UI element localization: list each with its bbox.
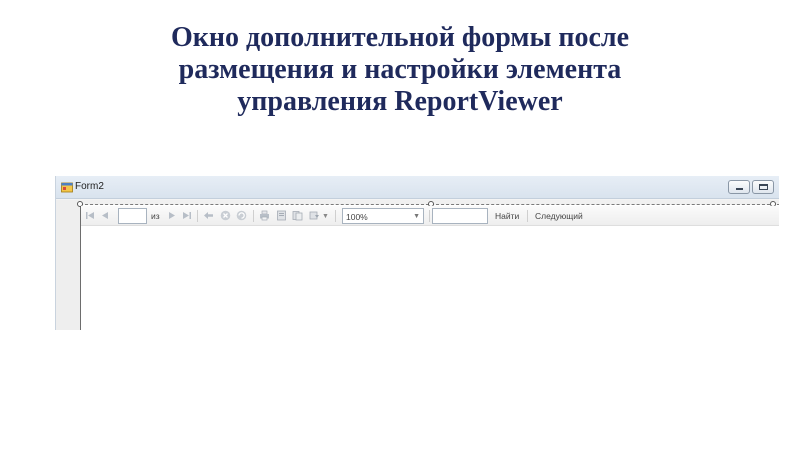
export-icon[interactable] — [309, 210, 320, 221]
slide-title: Окно дополнительной формы после размещен… — [0, 22, 800, 118]
toolbar-separator — [335, 210, 336, 222]
toolbar-separator — [429, 210, 430, 222]
window-titlebar[interactable]: Form2 — [56, 176, 779, 199]
minimize-button[interactable] — [728, 180, 750, 194]
previous-page-icon[interactable] — [100, 210, 111, 221]
window-title: Form2 — [75, 181, 104, 192]
next-page-icon[interactable] — [166, 210, 177, 221]
form-client-area: из ▼ 100% ▼ Найти Следующий — [56, 200, 779, 330]
refresh-icon[interactable] — [236, 210, 247, 221]
slide-title-line-1: Окно дополнительной формы после — [170, 22, 630, 53]
print-icon[interactable] — [259, 210, 270, 221]
find-text-input[interactable] — [432, 208, 488, 224]
zoom-select[interactable]: 100% ▼ — [342, 208, 424, 224]
slide-title-line-2: размещения и настройки элемента — [178, 54, 622, 85]
page-number-input[interactable] — [118, 208, 147, 224]
form-margin — [56, 200, 80, 330]
form-icon — [61, 182, 73, 193]
last-page-icon[interactable] — [181, 210, 192, 221]
report-viewer-toolbar: из ▼ 100% ▼ Найти Следующий — [81, 206, 779, 226]
toolbar-separator — [253, 210, 254, 222]
find-link[interactable]: Найти — [495, 211, 519, 221]
page-setup-icon[interactable] — [292, 210, 303, 221]
find-next-link[interactable]: Следующий — [535, 211, 583, 221]
maximize-button[interactable] — [752, 180, 774, 194]
slide-title-line-3: управления ReportViewer — [237, 86, 563, 117]
maximize-icon — [759, 184, 768, 190]
form-window: Form2 из ▼ 100% ▼ Найти Следующий — [55, 176, 779, 330]
of-label: из — [151, 211, 160, 221]
print-layout-icon[interactable] — [276, 210, 287, 221]
zoom-value: 100% — [346, 212, 368, 222]
chevron-down-icon: ▼ — [413, 213, 420, 220]
stop-icon[interactable] — [220, 210, 231, 221]
chevron-down-icon[interactable]: ▼ — [322, 212, 329, 222]
toolbar-separator — [527, 210, 528, 222]
minimize-icon — [736, 188, 743, 190]
back-icon[interactable] — [203, 210, 214, 221]
toolbar-separator — [197, 210, 198, 222]
first-page-icon[interactable] — [85, 210, 96, 221]
